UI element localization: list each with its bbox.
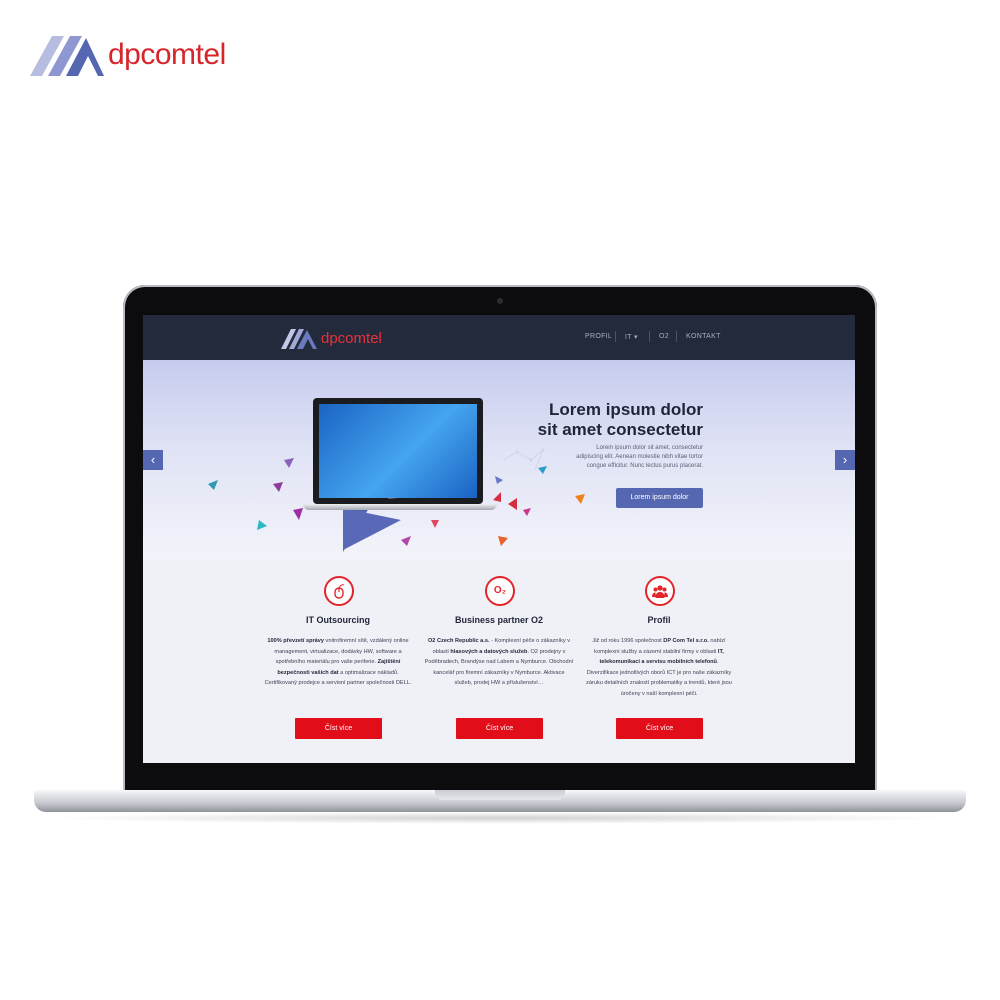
hero-slider: ‹ › DELL Lorem ipsum dolor sit amet cons… bbox=[143, 360, 855, 560]
nav-divider bbox=[649, 331, 650, 342]
brand-logo: dpcomtel bbox=[30, 28, 260, 84]
hero-title-line-2: sit amet consectetur bbox=[537, 420, 703, 439]
hero-title: Lorem ipsum dolor sit amet consectetur bbox=[533, 400, 703, 440]
laptop-notch bbox=[435, 790, 565, 800]
site-logo-mark-icon bbox=[281, 329, 317, 349]
feature-icon-circle: O₂ bbox=[485, 576, 515, 606]
device-brand-label: DELL bbox=[388, 496, 396, 500]
hero-text-line-1: Lorem ipsum dolor sit amet, consectetur bbox=[596, 445, 703, 451]
decorative-triangles-icon bbox=[208, 448, 585, 552]
feature-title: Business partner O2 bbox=[454, 615, 544, 625]
site-logo-text: dpcomtel bbox=[321, 330, 382, 347]
read-more-button[interactable]: Číst více bbox=[616, 718, 703, 739]
laptop-illustration-base bbox=[303, 504, 497, 510]
nav-item-o2[interactable]: O2 bbox=[659, 333, 669, 340]
nav-item-it[interactable]: IT ▾ bbox=[625, 333, 638, 341]
nav-item-kontakt[interactable]: KONTAKT bbox=[686, 333, 721, 340]
laptop-shadow bbox=[40, 812, 960, 824]
logo-mark-icon bbox=[30, 36, 104, 76]
hero-text-line-2: adipiscing elit. Aenean molestie nibh vi… bbox=[576, 454, 703, 460]
feature-icon-circle bbox=[645, 576, 675, 606]
chevron-down-icon: ▾ bbox=[633, 334, 638, 341]
nav-item-profil[interactable]: PROFIL bbox=[585, 333, 612, 340]
laptop-screen: dpcomtel PROFIL IT ▾ O2 KONTAKT ‹ › DELL… bbox=[143, 315, 855, 763]
feature-text: Již od roku 1996 společnost DP Com Tel s… bbox=[586, 638, 732, 697]
hero-title-line-1: Lorem ipsum dolor bbox=[549, 400, 703, 419]
feature-icon-circle bbox=[324, 576, 354, 606]
mouse-icon bbox=[334, 584, 345, 599]
laptop-illustration-screen bbox=[319, 404, 477, 498]
camera-icon bbox=[497, 298, 503, 304]
nav-divider bbox=[615, 331, 616, 342]
site-logo[interactable]: dpcomtel bbox=[281, 325, 401, 351]
nav-divider bbox=[676, 331, 677, 342]
nav-item-it-label: IT bbox=[625, 334, 632, 341]
users-icon bbox=[652, 585, 668, 598]
read-more-button[interactable]: Číst více bbox=[295, 718, 382, 739]
o2-icon: O₂ bbox=[493, 585, 507, 596]
feature-text: 100% převzetí správy vnitrofiremní sítě,… bbox=[264, 638, 412, 686]
feature-title: Profil bbox=[647, 615, 671, 625]
feature-columns: IT Outsourcing 100% převzetí správy vnit… bbox=[143, 560, 855, 763]
feature-title: IT Outsourcing bbox=[306, 615, 370, 625]
read-more-button[interactable]: Číst více bbox=[456, 718, 543, 739]
hero-cta-button[interactable]: Lorem ipsum dolor bbox=[616, 488, 703, 508]
hero-text: Lorem ipsum dolor sit amet, consectetur … bbox=[543, 444, 703, 471]
site-header: dpcomtel PROFIL IT ▾ O2 KONTAKT bbox=[143, 315, 855, 360]
feature-text: O2 Czech Republic a.s. - Komplexní péče … bbox=[424, 638, 574, 686]
hero-text-line-3: congue efficitur. Nunc lectus purus plac… bbox=[586, 463, 703, 469]
brand-name: dpcomtel bbox=[108, 38, 226, 71]
